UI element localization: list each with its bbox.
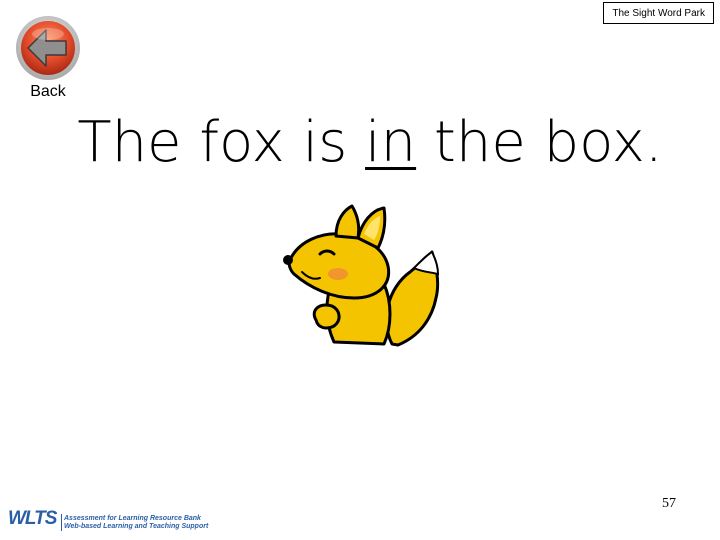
back-label[interactable]: Back <box>14 83 82 101</box>
logo-mark: WLTS <box>8 508 57 529</box>
logo-line-1: Assessment for Learning Resource Bank <box>64 515 201 522</box>
logo-line-2: Web-based Learning and Teaching Support <box>64 523 209 530</box>
logo-divider <box>61 514 62 531</box>
fox-icon <box>283 204 440 347</box>
sentence-before: The fox is <box>77 110 366 175</box>
sentence-after: the box. <box>416 110 663 175</box>
arrow-left-icon <box>16 16 80 80</box>
sentence: The fox is in the box. <box>0 110 720 175</box>
wlts-logo: WLTS Assessment for Learning Resource Ba… <box>8 506 223 536</box>
sight-word: in <box>365 110 417 175</box>
presentation-title: The Sight Word Park <box>603 2 714 24</box>
page-number: 57 <box>662 496 676 511</box>
